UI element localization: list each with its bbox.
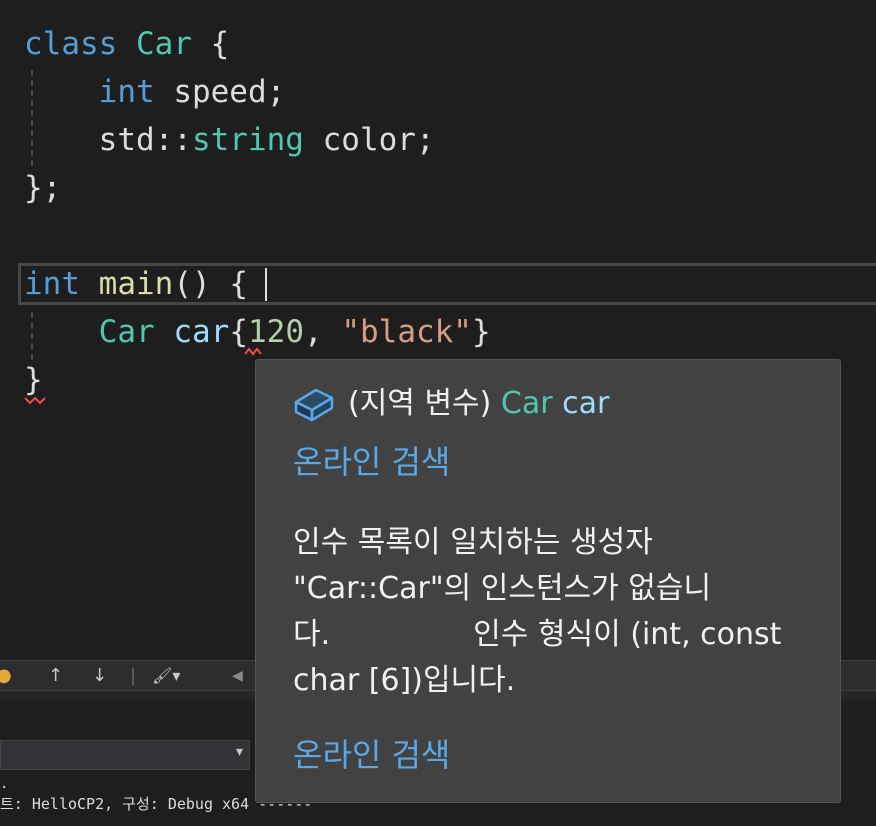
code-line-2[interactable]: int speed; [24, 68, 286, 116]
keyword-int: int [98, 74, 155, 110]
number-literal: 120 [248, 314, 304, 350]
code-text: { [192, 26, 230, 62]
scroll-left-icon[interactable]: ◀ [232, 664, 243, 688]
status-dot-icon: ● [0, 665, 12, 686]
local-variable-icon [294, 388, 334, 422]
brush-icon[interactable]: 🖌▾ [152, 664, 180, 688]
next-arrow-button[interactable]: ↓ [92, 664, 107, 688]
keyword-class: class [24, 26, 118, 62]
output-text: . [0, 776, 9, 792]
symbol-name: car [562, 386, 610, 421]
brace-open: { [229, 314, 248, 350]
error-squiggle[interactable] [244, 346, 264, 358]
variable-car[interactable]: car [173, 314, 229, 350]
code-text: }; [24, 170, 62, 206]
code-text: () { [173, 266, 248, 302]
type-car: Car [98, 314, 155, 350]
toolbar-separator: | [130, 665, 137, 686]
chevron-down-icon: ▾ [235, 744, 243, 760]
string-literal: "black" [341, 314, 472, 350]
type-string: string [191, 122, 304, 158]
code-line-6[interactable]: int main() { [24, 260, 248, 308]
code-text: color; [303, 122, 435, 158]
search-online-link[interactable]: 온라인 검색 [293, 733, 450, 777]
symbol-type: Car [500, 386, 553, 421]
quickinfo-tooltip: (지역 변수) Car car 온라인 검색 인수 목록이 일치하는 생성자 "… [255, 359, 841, 803]
code-text: speed; [154, 74, 286, 110]
code-line-1[interactable]: class Car { [24, 20, 229, 68]
function-main: main [98, 266, 174, 302]
code-line-3[interactable]: std::string color; [24, 116, 435, 164]
code-line-4[interactable]: }; [24, 164, 61, 212]
symbol-kind: (지역 변수) [348, 386, 501, 421]
search-online-link[interactable]: 온라인 검색 [293, 440, 450, 484]
namespace-std: std:: [98, 122, 192, 158]
text-caret [265, 268, 267, 301]
error-message: 인수 목록이 일치하는 생성자 "Car::Car"의 인스턴스가 없습니다. … [293, 525, 782, 698]
code-text: } [24, 362, 43, 398]
tooltip-signature: (지역 변수) Car car [348, 384, 609, 424]
output-source-dropdown[interactable]: ▾ [0, 740, 250, 770]
error-squiggle[interactable] [24, 394, 48, 406]
brace-close: } [471, 314, 491, 350]
code-text: , [304, 314, 342, 350]
type-car: Car [136, 26, 192, 62]
keyword-int: int [24, 266, 80, 302]
previous-arrow-button[interactable]: ↑ [48, 664, 63, 688]
